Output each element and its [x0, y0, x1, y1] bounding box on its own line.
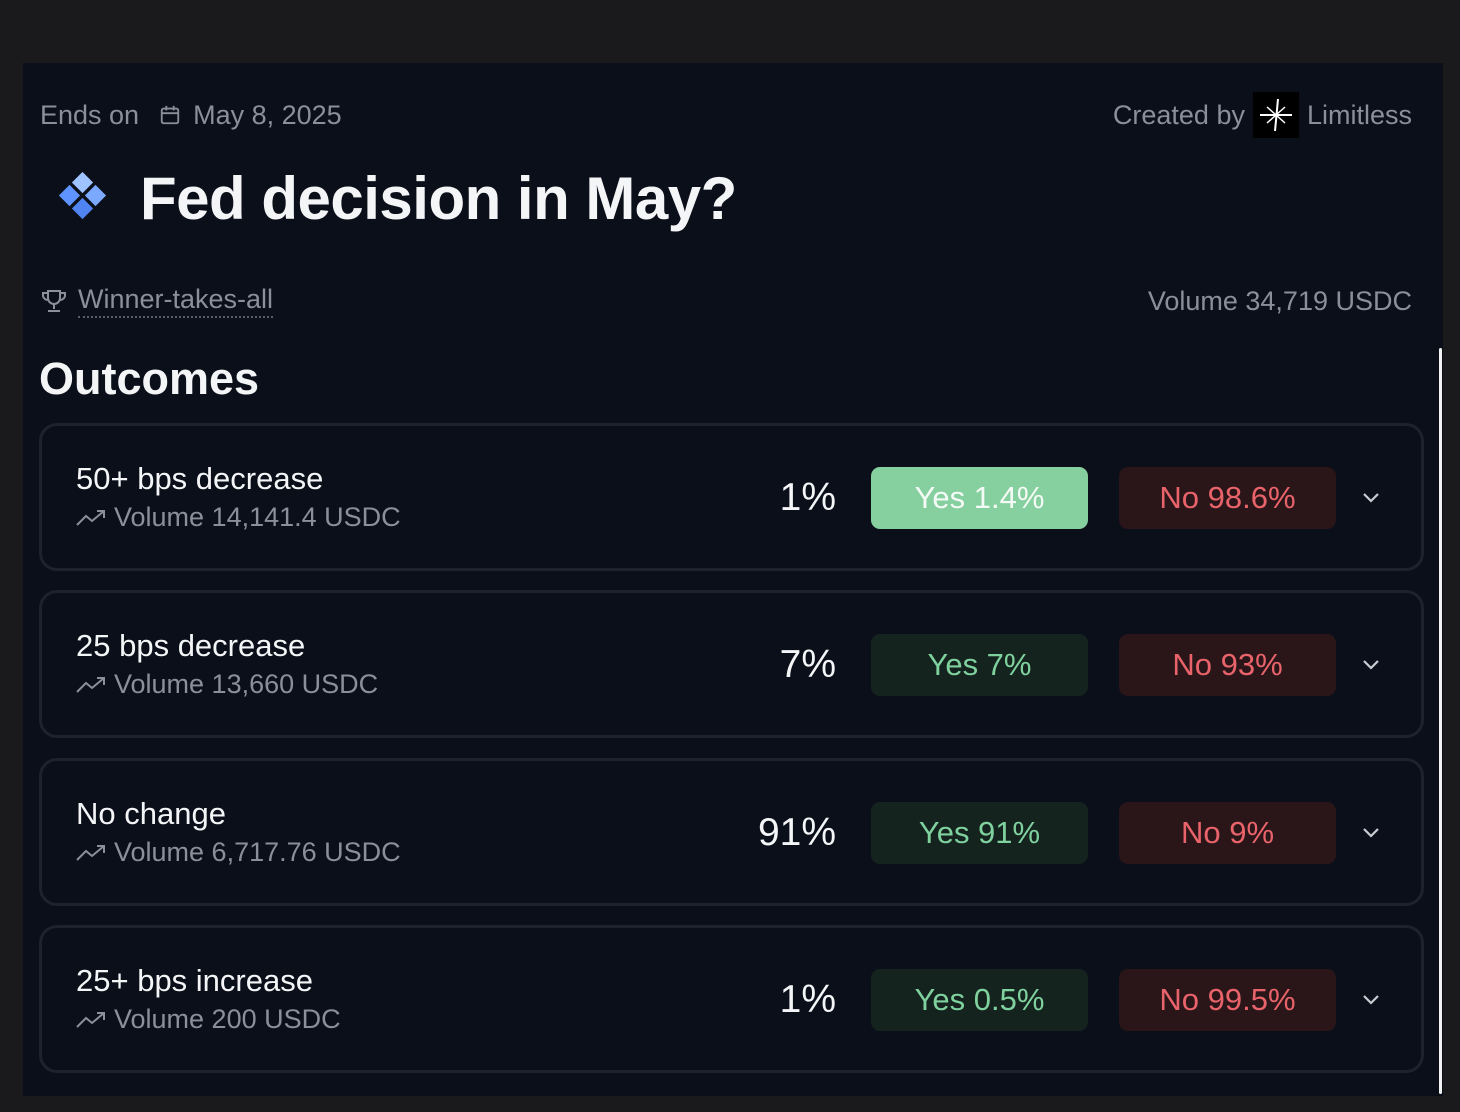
chevron-down-icon[interactable] [1360, 653, 1382, 675]
trend-up-icon [76, 676, 105, 693]
no-button[interactable]: No 99.5% [1119, 969, 1336, 1031]
outcome-probability: 1% [779, 978, 836, 1021]
created-by-label: Created by [1112, 99, 1245, 130]
market-type[interactable]: Winner-takes-all [40, 284, 274, 318]
outcome-name: 25 bps decrease [76, 628, 306, 663]
creator[interactable]: Created by Limitless [1113, 92, 1412, 138]
info-row: Winner-takes-all Volume 34,719 USDC [40, 281, 1412, 321]
trend-up-icon [76, 844, 105, 861]
scrollbar[interactable] [1439, 348, 1442, 1094]
outcome-volume-label: Volume 13,660 USDC [114, 669, 379, 699]
outcome-probability: 1% [779, 476, 836, 519]
diamond-icon [58, 172, 107, 220]
outcome-row[interactable]: No change Volume 6,717.76 USDC 91% Yes 9… [39, 758, 1424, 906]
end-date: Ends on May 8, 2025 [40, 100, 342, 131]
ends-date: May 8, 2025 [193, 99, 342, 130]
outcome-probability: 7% [779, 643, 836, 686]
no-button[interactable]: No 98.6% [1119, 467, 1336, 529]
outcome-volume-label: Volume 14,141.4 USDC [114, 502, 401, 532]
chevron-down-icon[interactable] [1360, 486, 1382, 508]
outcome-volume-label: Volume 200 USDC [114, 1004, 341, 1034]
outcome-volume-label: Volume 6,717.76 USDC [114, 837, 401, 867]
outcome-name: 25+ bps increase [76, 963, 313, 998]
yes-button[interactable]: Yes 1.4% [871, 467, 1088, 529]
no-button[interactable]: No 93% [1119, 634, 1336, 696]
outcome-volume: Volume 200 USDC [76, 1004, 341, 1035]
outcome-volume: Volume 14,141.4 USDC [76, 502, 401, 533]
no-button[interactable]: No 9% [1119, 802, 1336, 864]
outcome-probability: 91% [757, 811, 836, 854]
total-volume: Volume 34,719 USDC [1147, 285, 1412, 316]
page-title: Fed decision in May? [140, 164, 737, 232]
meta-row: Ends on May 8, 2025 Created by Limitless [40, 92, 1412, 138]
yes-button[interactable]: Yes 91% [871, 802, 1088, 864]
market-type-label: Winner-takes-all [78, 284, 274, 318]
outcome-name: 50+ bps decrease [76, 461, 324, 496]
title-row: Fed decision in May? [56, 163, 737, 233]
outcome-volume: Volume 6,717.76 USDC [76, 837, 401, 868]
outcome-row[interactable]: 50+ bps decrease Volume 14,141.4 USDC 1%… [39, 423, 1424, 571]
market-panel: Ends on May 8, 2025 Created by Limitless [23, 63, 1443, 1096]
outcome-volume: Volume 13,660 USDC [76, 669, 378, 700]
chevron-down-icon[interactable] [1360, 988, 1382, 1010]
outcome-row[interactable]: 25+ bps increase Volume 200 USDC 1% Yes … [39, 925, 1424, 1073]
outcome-row[interactable]: 25 bps decrease Volume 13,660 USDC 7% Ye… [39, 590, 1424, 738]
chevron-down-icon[interactable] [1360, 821, 1382, 843]
calendar-icon [160, 105, 180, 125]
yes-button[interactable]: Yes 0.5% [871, 969, 1088, 1031]
trend-up-icon [76, 1011, 105, 1028]
yes-button[interactable]: Yes 7% [871, 634, 1088, 696]
creator-name: Limitless [1306, 99, 1412, 130]
trophy-icon [42, 290, 66, 312]
limitless-logo-icon [1252, 92, 1299, 138]
outcome-name: No change [76, 796, 226, 831]
outcomes-heading: Outcomes [39, 353, 260, 404]
trend-up-icon [76, 509, 105, 526]
ends-label: Ends on [40, 99, 140, 130]
